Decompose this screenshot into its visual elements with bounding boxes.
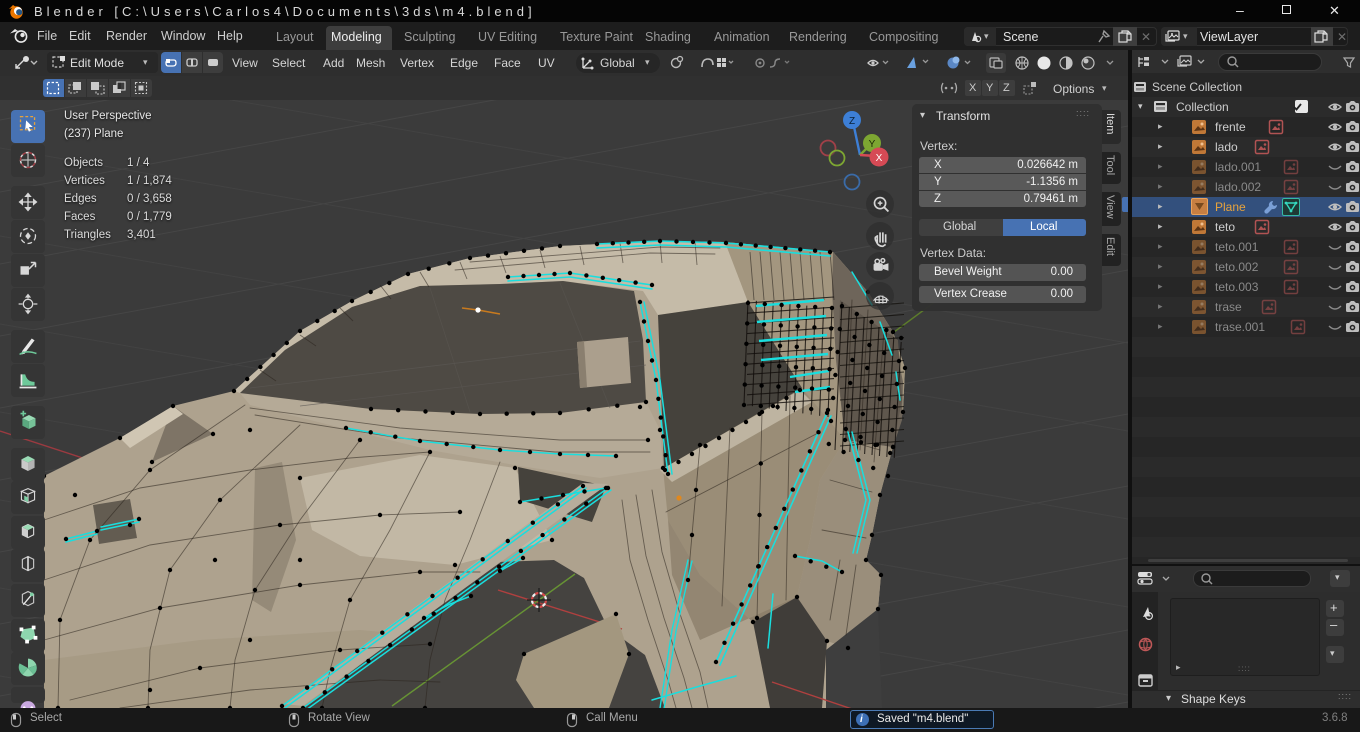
svg-text:Z: Z (849, 116, 855, 127)
svg-text:Y: Y (869, 139, 876, 150)
svg-text:X: X (876, 153, 883, 164)
